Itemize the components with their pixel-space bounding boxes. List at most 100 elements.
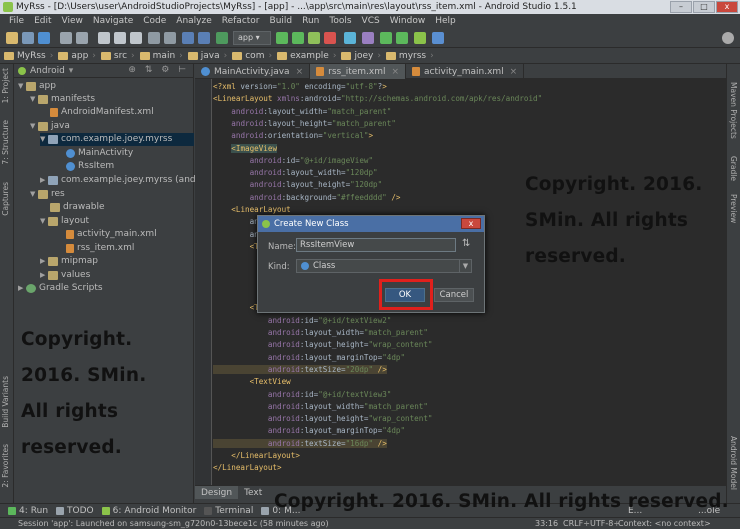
paste-icon[interactable] bbox=[130, 32, 142, 44]
cut-icon[interactable] bbox=[98, 32, 110, 44]
menu-edit[interactable]: Edit bbox=[29, 14, 56, 28]
menu-code[interactable]: Code bbox=[138, 14, 171, 28]
project-structure-icon[interactable] bbox=[362, 32, 374, 44]
copy-icon[interactable] bbox=[114, 32, 126, 44]
tab-maven-projects[interactable]: Maven Projects bbox=[729, 82, 738, 139]
menu-file[interactable]: File bbox=[4, 14, 29, 28]
tree-item-mainactivity[interactable]: MainActivity bbox=[66, 147, 133, 160]
breadcrumb-item[interactable]: src › bbox=[100, 51, 135, 61]
breadcrumb-item[interactable]: myrss › bbox=[385, 51, 434, 61]
tab-design[interactable]: Design bbox=[195, 486, 239, 499]
panel-tools-icons[interactable]: ⊕ ⇅ ⚙ ⊢ bbox=[128, 65, 189, 75]
caret-position[interactable]: 33:16 bbox=[535, 518, 558, 529]
forward-icon[interactable] bbox=[198, 32, 210, 44]
close-button[interactable]: x bbox=[716, 1, 738, 13]
breadcrumb-item[interactable]: java › bbox=[187, 51, 227, 61]
menu-view[interactable]: View bbox=[57, 14, 88, 28]
chevron-down-icon[interactable]: ▼ bbox=[459, 260, 471, 272]
tree-item-drawable[interactable]: drawable bbox=[50, 201, 105, 214]
toolwin-android-monitor[interactable]: 6: Android Monitor bbox=[101, 506, 196, 516]
open-folder-icon[interactable] bbox=[6, 32, 18, 44]
toolwin-run[interactable]: 4: Run bbox=[8, 506, 48, 516]
dialog-close-button[interactable]: x bbox=[461, 218, 481, 229]
close-tab-icon[interactable]: × bbox=[392, 67, 400, 77]
tab-activity-main-xml[interactable]: activity_main.xml × bbox=[406, 64, 525, 79]
tab-structure[interactable]: 7: Structure bbox=[1, 120, 10, 165]
attach-debugger-icon[interactable] bbox=[308, 32, 320, 44]
tab-text[interactable]: Text bbox=[238, 486, 268, 499]
android-device-monitor-icon[interactable] bbox=[396, 32, 408, 44]
debug-icon[interactable] bbox=[292, 32, 304, 44]
tab-gradle[interactable]: Gradle bbox=[729, 156, 738, 181]
replace-icon[interactable] bbox=[164, 32, 176, 44]
save-all-icon[interactable] bbox=[22, 32, 34, 44]
tree-item-rssitem[interactable]: RssItem bbox=[66, 160, 114, 173]
android-icon[interactable] bbox=[414, 32, 426, 44]
toolwin-terminal[interactable]: Terminal bbox=[204, 506, 253, 516]
undo-icon[interactable] bbox=[60, 32, 72, 44]
breadcrumb-item[interactable]: main › bbox=[139, 51, 183, 61]
tree-item-res[interactable]: ▼ res bbox=[30, 188, 65, 201]
search-everywhere-icon[interactable] bbox=[722, 32, 734, 44]
tab-favorites[interactable]: 2: Favorites bbox=[1, 444, 10, 488]
breadcrumb-item[interactable]: com › bbox=[232, 51, 272, 61]
tree-item-layout[interactable]: ▼ layout bbox=[40, 215, 89, 228]
breadcrumb-item[interactable]: MyRss › bbox=[4, 51, 53, 61]
run-config-dropdown[interactable]: app ▾ bbox=[233, 31, 271, 45]
toolwin-todo[interactable]: TODO bbox=[56, 506, 94, 516]
tab-build-variants[interactable]: Build Variants bbox=[1, 376, 10, 428]
run-icon[interactable] bbox=[276, 32, 288, 44]
tab-captures[interactable]: Captures bbox=[1, 182, 10, 216]
tree-item-values[interactable]: ▶ values bbox=[40, 269, 90, 282]
tree-item-rss-item-xml[interactable]: rss_item.xml bbox=[66, 242, 134, 255]
menu-help[interactable]: Help bbox=[430, 14, 461, 28]
menu-window[interactable]: Window bbox=[385, 14, 431, 28]
tab-android-model[interactable]: Android Model bbox=[729, 436, 738, 490]
tree-item-androidmanifest[interactable]: AndroidManifest.xml bbox=[50, 106, 154, 119]
tree-item-activity-main-xml[interactable]: activity_main.xml bbox=[66, 228, 157, 241]
tree-item-gradle-scripts[interactable]: ▶ Gradle Scripts bbox=[18, 282, 103, 295]
breadcrumb-item[interactable]: joey › bbox=[341, 51, 381, 61]
help-icon[interactable] bbox=[432, 32, 444, 44]
menu-navigate[interactable]: Navigate bbox=[88, 14, 138, 28]
tab-rss-item-xml[interactable]: rss_item.xml × bbox=[310, 64, 407, 79]
close-tab-icon[interactable]: × bbox=[510, 67, 518, 77]
tab-mainactivity-java[interactable]: MainActivity.java × bbox=[195, 64, 311, 79]
redo-icon[interactable] bbox=[76, 32, 88, 44]
tab-preview[interactable]: Preview bbox=[729, 194, 738, 223]
menu-run[interactable]: Run bbox=[297, 14, 324, 28]
tree-item-app[interactable]: ▼ app bbox=[18, 80, 56, 93]
menu-analyze[interactable]: Analyze bbox=[171, 14, 216, 28]
close-tab-icon[interactable]: × bbox=[296, 67, 304, 77]
sync-icon[interactable] bbox=[38, 32, 50, 44]
back-icon[interactable] bbox=[182, 32, 194, 44]
breadcrumb-item[interactable]: app › bbox=[58, 51, 96, 61]
menu-tools[interactable]: Tools bbox=[324, 14, 356, 28]
avd-manager-icon[interactable] bbox=[344, 32, 356, 44]
line-separator[interactable]: CRLF÷ bbox=[563, 518, 590, 529]
status-bar: Session 'app': Launched on samsung-sm_g7… bbox=[0, 517, 740, 529]
project-view-selector[interactable]: Android ▾ ⊕ ⇅ ⚙ ⊢ bbox=[14, 64, 193, 78]
breadcrumb-item[interactable]: example › bbox=[277, 51, 336, 61]
make-project-icon[interactable] bbox=[216, 32, 228, 44]
tree-item-mipmap[interactable]: ▶ mipmap bbox=[40, 255, 98, 268]
ok-button[interactable]: OK bbox=[385, 288, 425, 302]
minimize-button[interactable]: – bbox=[670, 1, 692, 13]
find-icon[interactable] bbox=[148, 32, 160, 44]
stop-icon[interactable] bbox=[324, 32, 336, 44]
kind-select[interactable]: Class ▼ bbox=[296, 259, 472, 273]
file-encoding[interactable]: UTF-8÷ bbox=[590, 518, 620, 529]
tree-item-java[interactable]: ▼ java bbox=[30, 120, 70, 133]
menu-vcs[interactable]: VCS bbox=[357, 14, 385, 28]
cancel-button[interactable]: Cancel bbox=[434, 288, 474, 302]
menu-refactor[interactable]: Refactor bbox=[217, 14, 265, 28]
sdk-manager-icon[interactable] bbox=[380, 32, 392, 44]
class-name-input[interactable]: RssItemView bbox=[296, 238, 456, 252]
sort-icon[interactable]: ⇅ bbox=[462, 238, 470, 249]
context-indicator[interactable]: Context: <no context> bbox=[618, 518, 711, 529]
menu-build[interactable]: Build bbox=[265, 14, 298, 28]
tree-item-manifests[interactable]: ▼ manifests bbox=[30, 93, 95, 106]
maximize-button[interactable]: □ bbox=[693, 1, 715, 13]
tree-item-package-main[interactable]: ▼ com.example.joey.myrss bbox=[40, 133, 194, 146]
tab-project[interactable]: 1: Project bbox=[1, 68, 10, 103]
